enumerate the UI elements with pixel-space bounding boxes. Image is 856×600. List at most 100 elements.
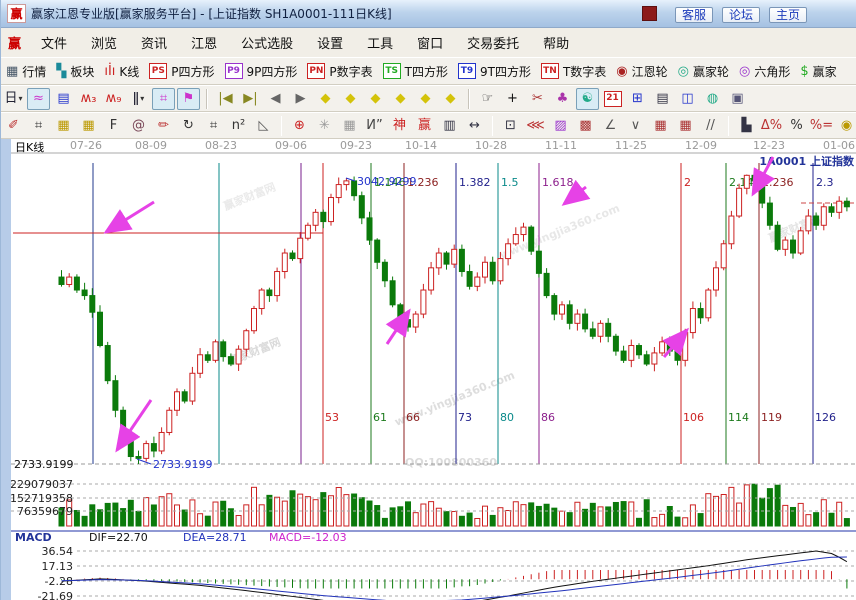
candle-style-dropdown-icon[interactable]: ǁ▾ bbox=[127, 88, 150, 110]
nav-next-icon[interactable]: ▶ bbox=[289, 88, 312, 110]
calendar-icon[interactable]: 21 bbox=[601, 88, 624, 110]
svg-text:10-28: 10-28 bbox=[475, 139, 507, 152]
wave-3-icon[interactable]: ʍ₃ bbox=[77, 88, 100, 110]
slash-lines-icon[interactable]: // bbox=[699, 115, 722, 137]
tree-tool-icon[interactable]: ♣ bbox=[551, 88, 574, 110]
p-square-button[interactable]: PSP四方形 bbox=[149, 63, 214, 80]
titlebar-button-1[interactable]: 论坛 bbox=[722, 7, 760, 23]
t-square-button[interactable]: TST四方形 bbox=[383, 63, 448, 80]
gold-grid-1-icon[interactable]: ▦ bbox=[52, 115, 75, 137]
calculator-icon[interactable]: ⊞ bbox=[626, 88, 649, 110]
brush-icon[interactable]: ✏ bbox=[152, 115, 175, 137]
menu-item-6[interactable]: 工具 bbox=[355, 34, 405, 55]
grid-comb-icon[interactable]: ⌗ bbox=[27, 115, 50, 137]
svg-text:80: 80 bbox=[500, 411, 514, 424]
angle-line-icon[interactable]: ∠ bbox=[599, 115, 622, 137]
pct-line-icon[interactable]: %= bbox=[810, 115, 833, 137]
winner-wheel-button[interactable]: ◎赢家轮 bbox=[678, 63, 729, 80]
t-table-button[interactable]: TNT数字表 bbox=[541, 63, 606, 80]
gold-circle-icon[interactable]: ◉ bbox=[835, 115, 856, 137]
flag-tool-icon[interactable]: ⚑ bbox=[177, 88, 200, 110]
gold-grid-2-icon[interactable]: ▦ bbox=[77, 115, 100, 137]
menu-item-3[interactable]: 江恩 bbox=[179, 34, 229, 55]
spiral-icon[interactable]: @ bbox=[127, 115, 150, 137]
diamond-left-icon[interactable]: ◆ bbox=[314, 88, 337, 110]
menu-item-9[interactable]: 帮助 bbox=[531, 34, 581, 55]
cut-tool-glyph: ✂ bbox=[532, 92, 543, 105]
wave-9-icon[interactable]: ʍ₉ bbox=[102, 88, 125, 110]
crosshair-tool-icon[interactable]: + bbox=[501, 88, 524, 110]
tree-tool-glyph: ♣ bbox=[557, 92, 569, 105]
diamond-horizontal-icon[interactable]: ◆ bbox=[364, 88, 387, 110]
sectors-button[interactable]: ▚板块 bbox=[56, 63, 94, 80]
n-square-icon[interactable]: n² bbox=[227, 115, 250, 137]
titlebar-button-0[interactable]: 客服 bbox=[675, 7, 713, 23]
network-icon[interactable]: ◍ bbox=[701, 88, 724, 110]
target-icon[interactable]: ⊕ bbox=[288, 115, 311, 137]
h-adjust-icon[interactable]: ↔ bbox=[463, 115, 486, 137]
table-grid-1-icon[interactable]: ▦ bbox=[649, 115, 672, 137]
diamond-cross-icon[interactable]: ◆ bbox=[389, 88, 412, 110]
pct-icon[interactable]: % bbox=[785, 115, 808, 137]
angle-line-glyph: ∠ bbox=[605, 119, 617, 132]
nav-prev-icon[interactable]: ◀ bbox=[264, 88, 287, 110]
grid-gray-icon[interactable]: ▦ bbox=[338, 115, 361, 137]
analyze-tool-icon[interactable]: ☯ bbox=[576, 88, 599, 110]
box-net-icon[interactable]: ▩ bbox=[574, 115, 597, 137]
notes-icon[interactable]: ▤ bbox=[651, 88, 674, 110]
cycle-icon[interactable]: ↻ bbox=[177, 115, 200, 137]
winner-coin-button[interactable]: $赢家 bbox=[800, 63, 836, 80]
menu-item-4[interactable]: 公式选股 bbox=[229, 34, 305, 55]
nav-last-icon[interactable]: ▶| bbox=[239, 88, 262, 110]
v-lines-icon[interactable]: ∨ bbox=[624, 115, 647, 137]
diamond-vertical-icon[interactable]: ◆ bbox=[439, 88, 462, 110]
angle-flag-icon[interactable]: ◺ bbox=[252, 115, 275, 137]
t-table-label: T数字表 bbox=[563, 63, 606, 80]
menu-item-0[interactable]: 文件 bbox=[29, 34, 79, 55]
f-grid-icon[interactable]: F bbox=[102, 115, 125, 137]
ruler-grid-icon[interactable]: ▥ bbox=[438, 115, 461, 137]
save-icon[interactable]: ◫ bbox=[676, 88, 699, 110]
comb-2-icon[interactable]: ⌗ bbox=[202, 115, 225, 137]
menu-item-5[interactable]: 设置 bbox=[305, 34, 355, 55]
gann-grid-tool-icon[interactable]: ⌗ bbox=[152, 88, 175, 110]
menu-item-7[interactable]: 窗口 bbox=[405, 34, 455, 55]
fan-lines-icon[interactable]: ⋘ bbox=[524, 115, 547, 137]
chart-canvas[interactable]: 赢家财富网www.yingjia360.comQQ:100800360赢家财富网… bbox=[11, 139, 856, 600]
cut-tool-icon[interactable]: ✂ bbox=[526, 88, 549, 110]
nav-first-icon[interactable]: |◀ bbox=[214, 88, 237, 110]
menu-item-8[interactable]: 交易委托 bbox=[455, 34, 531, 55]
svg-text:2.3: 2.3 bbox=[816, 176, 834, 189]
kline-button[interactable]: ıİıK线 bbox=[104, 63, 139, 80]
p-table-button[interactable]: PNP数字表 bbox=[307, 63, 372, 80]
diamond-right-icon[interactable]: ◆ bbox=[339, 88, 362, 110]
table-grid-2-icon[interactable]: ▦ bbox=[674, 115, 697, 137]
wave-tool-icon[interactable]: ≈ bbox=[27, 88, 50, 110]
menu-bar: 赢 文件浏览资讯江恩公式选股设置工具窗口交易委托帮助 bbox=[1, 28, 856, 58]
quotes-button[interactable]: ▦行情 bbox=[6, 63, 46, 80]
box-fan-icon[interactable]: ▨ bbox=[549, 115, 572, 137]
9p-square-button[interactable]: P99P四方形 bbox=[225, 63, 298, 80]
service-icon[interactable] bbox=[642, 6, 657, 21]
shen-mark-icon[interactable]: 神 bbox=[388, 115, 411, 137]
stats-bars-icon[interactable]: ▙ bbox=[735, 115, 758, 137]
report-icon[interactable]: ▤ bbox=[52, 88, 75, 110]
ying-mark-icon[interactable]: 赢 bbox=[413, 115, 436, 137]
pct-tri-icon[interactable]: Δ% bbox=[760, 115, 783, 137]
star-gray-icon[interactable]: ✳ bbox=[313, 115, 336, 137]
draw-pen-icon[interactable]: ✐ bbox=[2, 115, 25, 137]
svg-text:08-23: 08-23 bbox=[205, 139, 237, 152]
titlebar-button-2[interactable]: 主页 bbox=[769, 7, 807, 23]
svg-text:09-23: 09-23 bbox=[340, 139, 372, 152]
gann-wheel-button[interactable]: ◉江恩轮 bbox=[616, 63, 667, 80]
period-day-dropdown-icon[interactable]: 日▾ bbox=[2, 88, 25, 110]
box-tool-icon[interactable]: ⊡ bbox=[499, 115, 522, 137]
print-icon[interactable]: ▣ bbox=[726, 88, 749, 110]
kn-mark-icon[interactable]: И” bbox=[363, 115, 386, 137]
menu-item-2[interactable]: 资讯 bbox=[129, 34, 179, 55]
hexagon-button[interactable]: ◎六角形 bbox=[739, 63, 790, 80]
diamond-star-icon[interactable]: ◆ bbox=[414, 88, 437, 110]
menu-item-1[interactable]: 浏览 bbox=[79, 34, 129, 55]
9t-square-button[interactable]: T99T四方形 bbox=[458, 63, 531, 80]
hand-tool-icon[interactable]: ☞ bbox=[476, 88, 499, 110]
